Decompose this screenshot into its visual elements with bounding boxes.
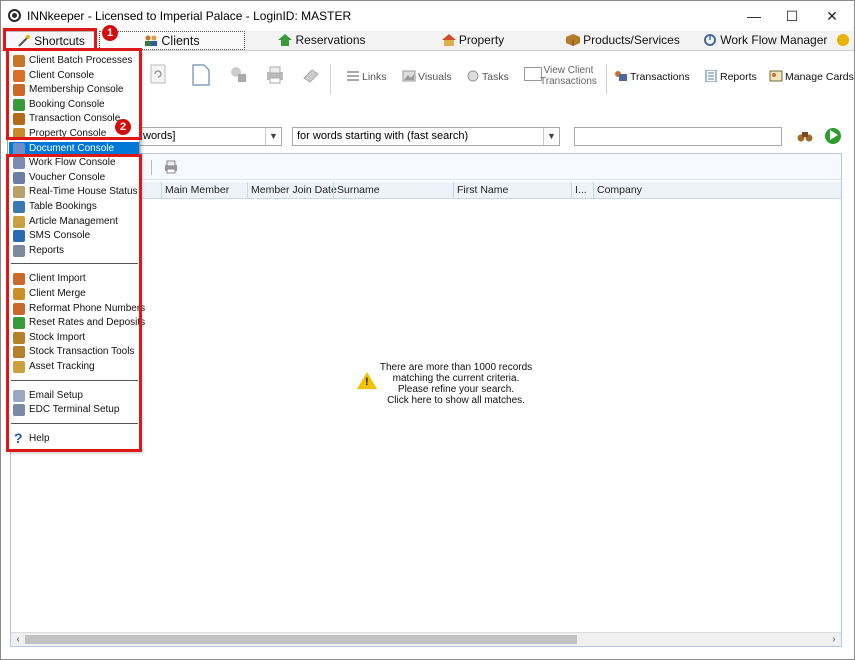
transactions-label: Transactions (630, 71, 690, 83)
annotation-badge-2: 2 (115, 119, 131, 135)
printer-icon[interactable] (264, 64, 286, 89)
column-header[interactable]: Surname (333, 182, 453, 198)
binoculars-icon[interactable] (797, 129, 813, 143)
eraser-icon[interactable] (302, 64, 320, 89)
tab-property[interactable]: Property (399, 31, 547, 50)
reports-label: Reports (720, 71, 757, 83)
visuals-label: Visuals (418, 71, 452, 83)
column-header[interactable]: Company (593, 182, 841, 198)
app-logo-icon (8, 9, 21, 22)
tab-products-services[interactable]: Products/Services (549, 31, 697, 50)
app-window: INNkeeper - Licensed to Imperial Palace … (0, 0, 855, 660)
view-client-transactions-button[interactable]: View Client Transactions (524, 65, 597, 87)
close-button[interactable]: ✕ (817, 6, 847, 26)
visuals-button[interactable]: Visuals (402, 67, 452, 87)
scrollbar-thumb[interactable] (25, 635, 577, 644)
reports-icon (704, 69, 718, 83)
tab-reservations[interactable]: Reservations (247, 31, 397, 50)
links-icon (346, 69, 360, 81)
go-search-icon[interactable] (825, 128, 841, 144)
show-all-matches-link[interactable]: Click here to show all matches. (351, 395, 561, 406)
toolbar-separator (151, 160, 152, 175)
tab-products-services-label: Products/Services (583, 33, 680, 47)
minimize-button[interactable]: — (739, 6, 769, 26)
links-button[interactable]: Links (346, 67, 387, 87)
box-icon (566, 33, 581, 46)
tasks-label: Tasks (482, 71, 509, 83)
tab-property-label: Property (458, 33, 505, 47)
transactions-button[interactable]: Transactions (614, 67, 690, 87)
search-mode-combo[interactable]: for words starting with (fast search) ▼ (292, 127, 560, 146)
tools-icon[interactable] (228, 64, 250, 89)
people-icon (144, 34, 158, 46)
tab-work-flow-manager[interactable]: Work Flow Manager (699, 31, 853, 50)
transactions-icon (614, 69, 628, 81)
view-transactions-icon (524, 67, 542, 81)
document-console-icon (13, 142, 25, 155)
reports-button[interactable]: Reports (704, 67, 757, 87)
workflow-icon (703, 33, 717, 46)
visuals-icon (402, 69, 416, 82)
reservation-icon (278, 33, 293, 46)
annotation-box-menu-list (6, 154, 142, 452)
toolbar-separator (330, 64, 331, 94)
scroll-left-icon[interactable]: ‹ (11, 633, 25, 646)
scroll-right-icon[interactable]: › (827, 633, 841, 646)
tab-reservations-label: Reservations (295, 33, 366, 47)
tab-work-flow-manager-label: Work Flow Manager (720, 33, 828, 47)
column-header[interactable]: I... (571, 182, 593, 198)
search-field-combo[interactable]: words] ▼ (138, 127, 282, 146)
records-notice[interactable]: There are more than 1000 records matchin… (351, 362, 561, 406)
refresh-icon[interactable] (150, 64, 166, 87)
notice-line: matching the current criteria. (392, 373, 520, 384)
notice-line: Please refine your search. (397, 384, 515, 395)
horizontal-scrollbar[interactable]: ‹ › (11, 632, 841, 646)
search-mode-value: for words starting with (fast search) (297, 130, 469, 142)
manage-cards-button[interactable]: Manage Cards (769, 67, 854, 87)
search-input[interactable] (574, 127, 782, 146)
manage-cards-label: Manage Cards (785, 71, 854, 83)
new-document-icon[interactable] (192, 64, 210, 89)
chevron-down-icon[interactable]: ▼ (543, 128, 559, 145)
window-title: INNkeeper - Licensed to Imperial Palace … (27, 9, 352, 23)
tasks-icon (466, 69, 480, 82)
cards-icon (769, 69, 783, 82)
title-bar: INNkeeper - Licensed to Imperial Palace … (1, 1, 854, 31)
chevron-down-icon[interactable]: ▼ (265, 128, 281, 145)
user-assist-icon[interactable] (836, 34, 849, 46)
column-header[interactable]: First Name (453, 182, 571, 198)
links-label: Links (362, 71, 387, 83)
annotation-badge-1: 1 (102, 25, 118, 41)
toolbar-separator (606, 64, 607, 94)
column-header[interactable]: Main Member (161, 182, 247, 198)
column-header[interactable]: Member Join Date (247, 182, 337, 198)
notice-line: There are more than 1000 records (379, 362, 533, 373)
search-field-value: words] (143, 130, 176, 142)
print-icon[interactable] (163, 159, 179, 178)
tasks-button[interactable]: Tasks (466, 67, 509, 87)
tab-clients-label: Clients (161, 34, 200, 48)
property-icon (441, 33, 456, 46)
maximize-button[interactable]: ☐ (777, 6, 807, 26)
menu-item-label: Document Console (29, 142, 115, 154)
